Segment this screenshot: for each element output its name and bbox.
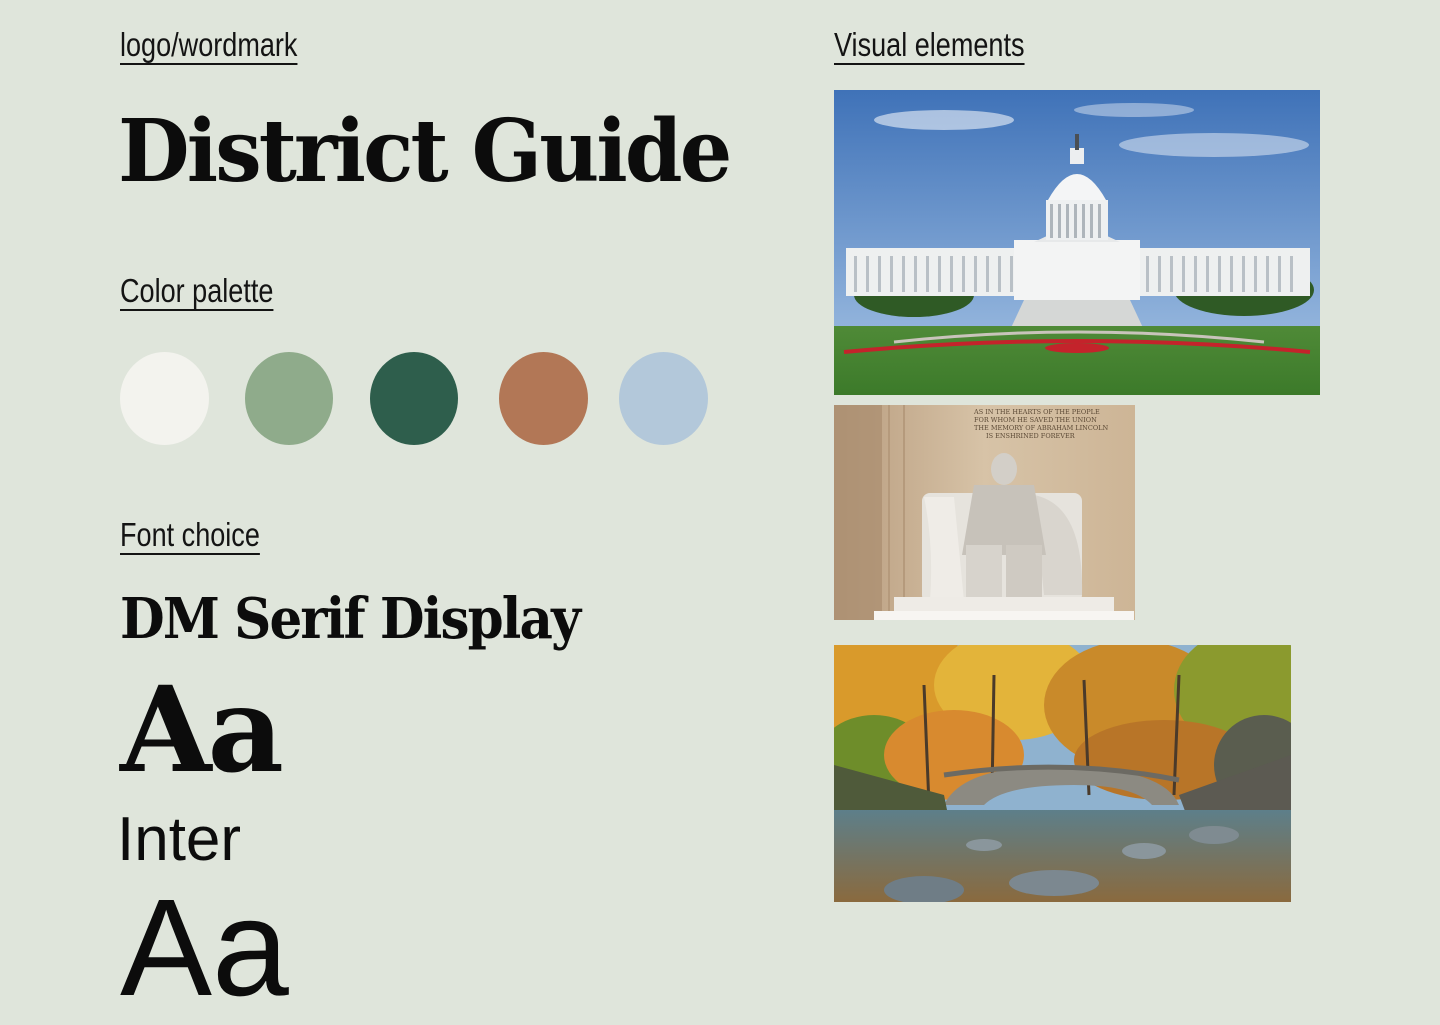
primary-font-sample: Aa [120,660,284,799]
visual-section-label: Visual elements [834,26,1025,63]
inscription-line-4: IS ENSHRINED FOREVER [986,432,1076,440]
secondary-font-sample: Aa [120,871,289,1025]
swatch-sage [245,352,333,445]
inscription-line-3: THE MEMORY OF ABRAHAM LINCOLN [974,424,1108,432]
swatch-sky [619,352,708,445]
capitol-photo [834,90,1320,395]
logo-section-label: logo/wordmark [120,26,298,63]
primary-font-name: DM Serif Display [120,586,581,652]
inscription-line-1: AS IN THE HEARTS OF THE PEOPLE [973,408,1100,416]
swatch-cream [120,352,209,445]
swatch-forest [370,352,458,445]
swatch-terracotta [499,352,588,445]
autumn-bridge-photo [834,645,1291,902]
secondary-font-name: Inter [117,805,242,874]
lincoln-memorial-photo: AS IN THE HEARTS OF THE PEOPLE FOR WHOM … [834,405,1135,620]
palette-section-label: Color palette [120,272,274,309]
wordmark: District Guide [118,101,732,202]
font-section-label: Font choice [120,516,260,553]
inscription-line-2: FOR WHOM HE SAVED THE UNION [974,416,1097,424]
